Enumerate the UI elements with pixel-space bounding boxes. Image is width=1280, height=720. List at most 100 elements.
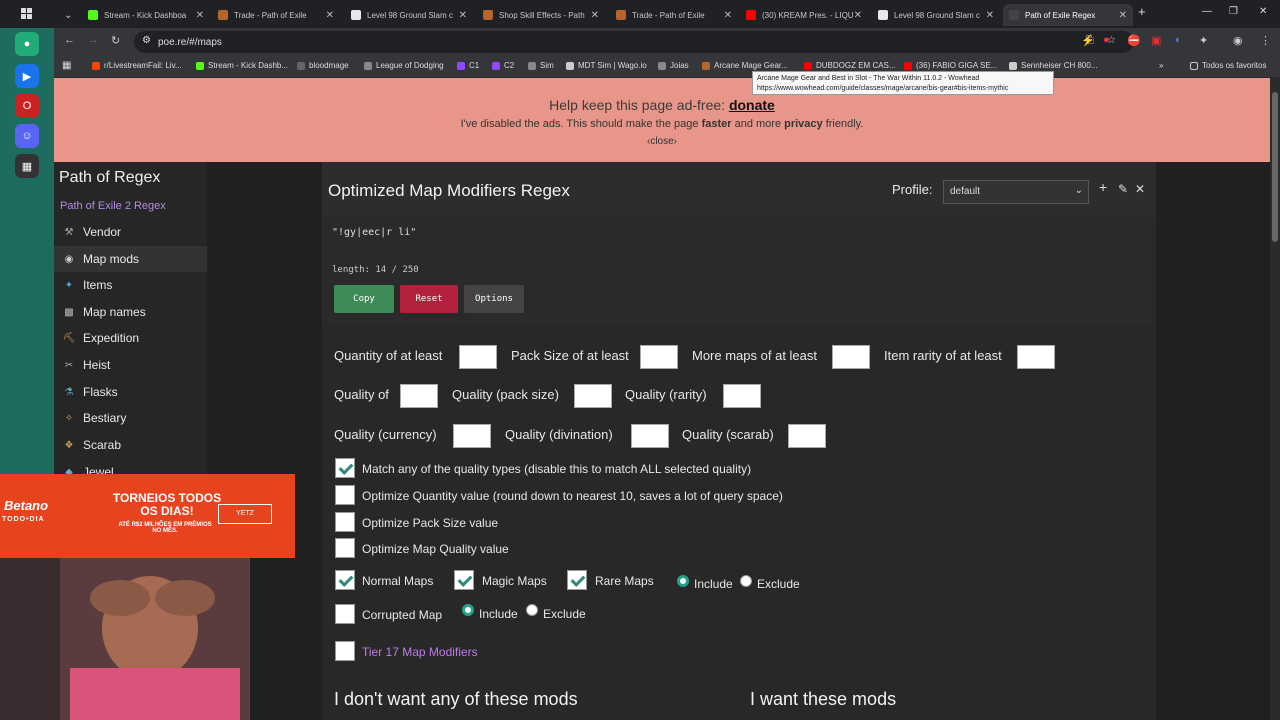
windows-icon[interactable]: [0, 0, 54, 28]
extension-icon-5[interactable]: ◐: [1175, 34, 1182, 46]
close-window-icon[interactable]: ✕: [1259, 6, 1267, 17]
bookmark[interactable]: r/LivestreamFail: Liv...: [92, 61, 182, 70]
browser-tab[interactable]: (30) KREAM Pres. - LIQU ✕: [740, 4, 868, 26]
reload-icon[interactable]: ↻: [111, 34, 120, 47]
magic-maps-checkbox[interactable]: [454, 570, 474, 590]
profile-avatar[interactable]: ◉: [1233, 34, 1243, 47]
extension-icon[interactable]: ⚡: [1081, 34, 1095, 47]
regex-text[interactable]: "!gy|eec|r li": [332, 227, 416, 238]
back-icon[interactable]: ←: [64, 34, 75, 46]
app-icon[interactable]: ▶: [15, 64, 39, 88]
quality-scarab-input[interactable]: [788, 424, 826, 448]
quality-currency-input[interactable]: [453, 424, 491, 448]
tier17-label[interactable]: Tier 17 Map Modifiers: [362, 645, 478, 659]
page-scrollbar[interactable]: [1270, 78, 1280, 720]
rarity-include-radio[interactable]: [677, 575, 689, 587]
site-brand[interactable]: Path of Regex: [59, 169, 160, 187]
sidebar-item-expedition[interactable]: ⛏ Expedition: [54, 325, 207, 351]
sidebar-item-items[interactable]: ✦ Items: [54, 272, 207, 298]
app-icon-2[interactable]: ▦: [15, 154, 39, 178]
magic-maps-label: Magic Maps: [482, 574, 547, 588]
poe2-link[interactable]: Path of Exile 2 Regex: [60, 200, 166, 212]
optimize-pack-checkbox[interactable]: [335, 512, 355, 532]
browser-tab[interactable]: Trade - Path of Exile ✕: [610, 4, 738, 26]
quality-rarity-input[interactable]: [723, 384, 761, 408]
add-profile-icon[interactable]: +: [1099, 179, 1107, 195]
optimize-quantity-label: Optimize Quantity value (round down to n…: [362, 489, 783, 503]
sidebar-item-scarab[interactable]: ❖ Scarab: [54, 432, 207, 458]
extension-icon-4[interactable]: ▣: [1151, 34, 1161, 47]
more-maps-input[interactable]: [832, 345, 870, 369]
scrollbar-thumb[interactable]: [1272, 92, 1278, 242]
sidebar-item-flasks[interactable]: ⚗ Flasks: [54, 379, 207, 405]
more-bookmarks-icon[interactable]: »: [1159, 61, 1163, 70]
item-rarity-input[interactable]: [1017, 345, 1055, 369]
site-info-icon[interactable]: ⚙: [142, 35, 151, 46]
address-bar[interactable]: ⚙ poe.re/#/maps ⎘ ☆: [134, 31, 1134, 53]
opera-icon[interactable]: O: [15, 94, 39, 118]
bookmark[interactable]: C1: [457, 61, 479, 70]
reset-button[interactable]: Reset: [400, 285, 458, 313]
forward-icon[interactable]: →: [88, 34, 99, 46]
want-heading: I want these mods: [750, 689, 897, 709]
profile-select[interactable]: default ⌄: [943, 180, 1089, 204]
sidebar-item-vendor[interactable]: ⚒ Vendor: [54, 219, 207, 245]
pack-size-input[interactable]: [640, 345, 678, 369]
new-tab-icon[interactable]: +: [1138, 4, 1146, 19]
normal-maps-checkbox[interactable]: [335, 570, 355, 590]
sidebar-item-bestiary[interactable]: ✧ Bestiary: [54, 405, 207, 431]
quantity-input[interactable]: [459, 345, 497, 369]
sidebar-item-heist[interactable]: ✂ Heist: [54, 352, 207, 378]
bookmark[interactable]: C2: [492, 61, 514, 70]
rarity-exclude-radio[interactable]: [740, 575, 752, 587]
browser-tab[interactable]: Level 98 Ground Slam c ✕: [872, 4, 1000, 26]
quality-divination-input[interactable]: [631, 424, 669, 448]
delete-profile-icon[interactable]: ✕: [1135, 182, 1145, 196]
bookmark[interactable]: MDT Sim | Wago.io: [566, 61, 647, 70]
corrupted-include-radio[interactable]: [462, 604, 474, 616]
rare-maps-checkbox[interactable]: [567, 570, 587, 590]
extension-icon-2[interactable]: ●: [1103, 34, 1110, 46]
all-bookmarks-folder[interactable]: Todos os favoritos: [1190, 61, 1266, 70]
discord-icon[interactable]: ☺: [15, 124, 39, 148]
page-title: Optimized Map Modifiers Regex: [328, 181, 570, 200]
bookmark[interactable]: Sim: [528, 61, 554, 70]
donate-link[interactable]: donate: [729, 97, 775, 113]
minimize-icon[interactable]: —: [1202, 6, 1212, 17]
optimize-quality-checkbox[interactable]: [335, 538, 355, 558]
quality-pack-input[interactable]: [574, 384, 612, 408]
optimize-quantity-checkbox[interactable]: [335, 485, 355, 505]
sidebar-item-map-names[interactable]: ▩ Map names: [54, 299, 207, 325]
corrupted-exclude-label: Exclude: [543, 607, 586, 621]
bookmark[interactable]: (36) FABIO GIGA SE...: [904, 61, 997, 70]
browser-tab[interactable]: Shop Skill Effects - Path ✕: [477, 4, 605, 26]
browser-tab-active[interactable]: Path of Exile Regex ✕: [1003, 4, 1133, 26]
extensions-puzzle-icon[interactable]: ✦: [1199, 34, 1208, 47]
chrome-icon[interactable]: ●: [15, 32, 39, 56]
corrupted-map-checkbox[interactable]: [335, 604, 355, 624]
bookmark[interactable]: Joias: [658, 61, 689, 70]
extension-icon-3[interactable]: ⛔: [1127, 34, 1141, 47]
options-button[interactable]: Options: [464, 285, 524, 313]
bookmark[interactable]: Stream - Kick Dashb...: [196, 61, 288, 70]
bookmark[interactable]: League of Dodging: [364, 61, 444, 70]
bookmark[interactable]: bloodmage: [297, 61, 349, 70]
maximize-icon[interactable]: ❐: [1229, 6, 1238, 17]
quality-input[interactable]: [400, 384, 438, 408]
tab-list-chevron[interactable]: ⌄: [58, 4, 78, 26]
bookmark[interactable]: DUBDOGZ EM CAS...: [804, 61, 896, 70]
bookmark[interactable]: Sennheiser CH 800...: [1009, 61, 1098, 70]
edit-profile-icon[interactable]: ✎: [1118, 182, 1128, 196]
sidebar-item-map-mods[interactable]: ◉ Map mods: [54, 246, 207, 272]
copy-button[interactable]: Copy: [334, 285, 394, 313]
corrupted-exclude-radio[interactable]: [526, 604, 538, 616]
browser-tab[interactable]: Stream - Kick Dashboa ✕: [82, 4, 210, 26]
banner-close-link[interactable]: ‹close›: [54, 136, 1270, 147]
menu-icon[interactable]: ⋮: [1260, 34, 1271, 47]
tier17-checkbox[interactable]: [335, 641, 355, 661]
browser-tab[interactable]: Trade - Path of Exile ✕: [212, 4, 340, 26]
match-any-checkbox[interactable]: [335, 458, 355, 478]
browser-tab[interactable]: Level 98 Ground Slam c ✕: [345, 4, 473, 26]
apps-icon[interactable]: ▦: [62, 60, 71, 71]
bookmark[interactable]: Arcane Mage Gear...: [702, 61, 788, 70]
